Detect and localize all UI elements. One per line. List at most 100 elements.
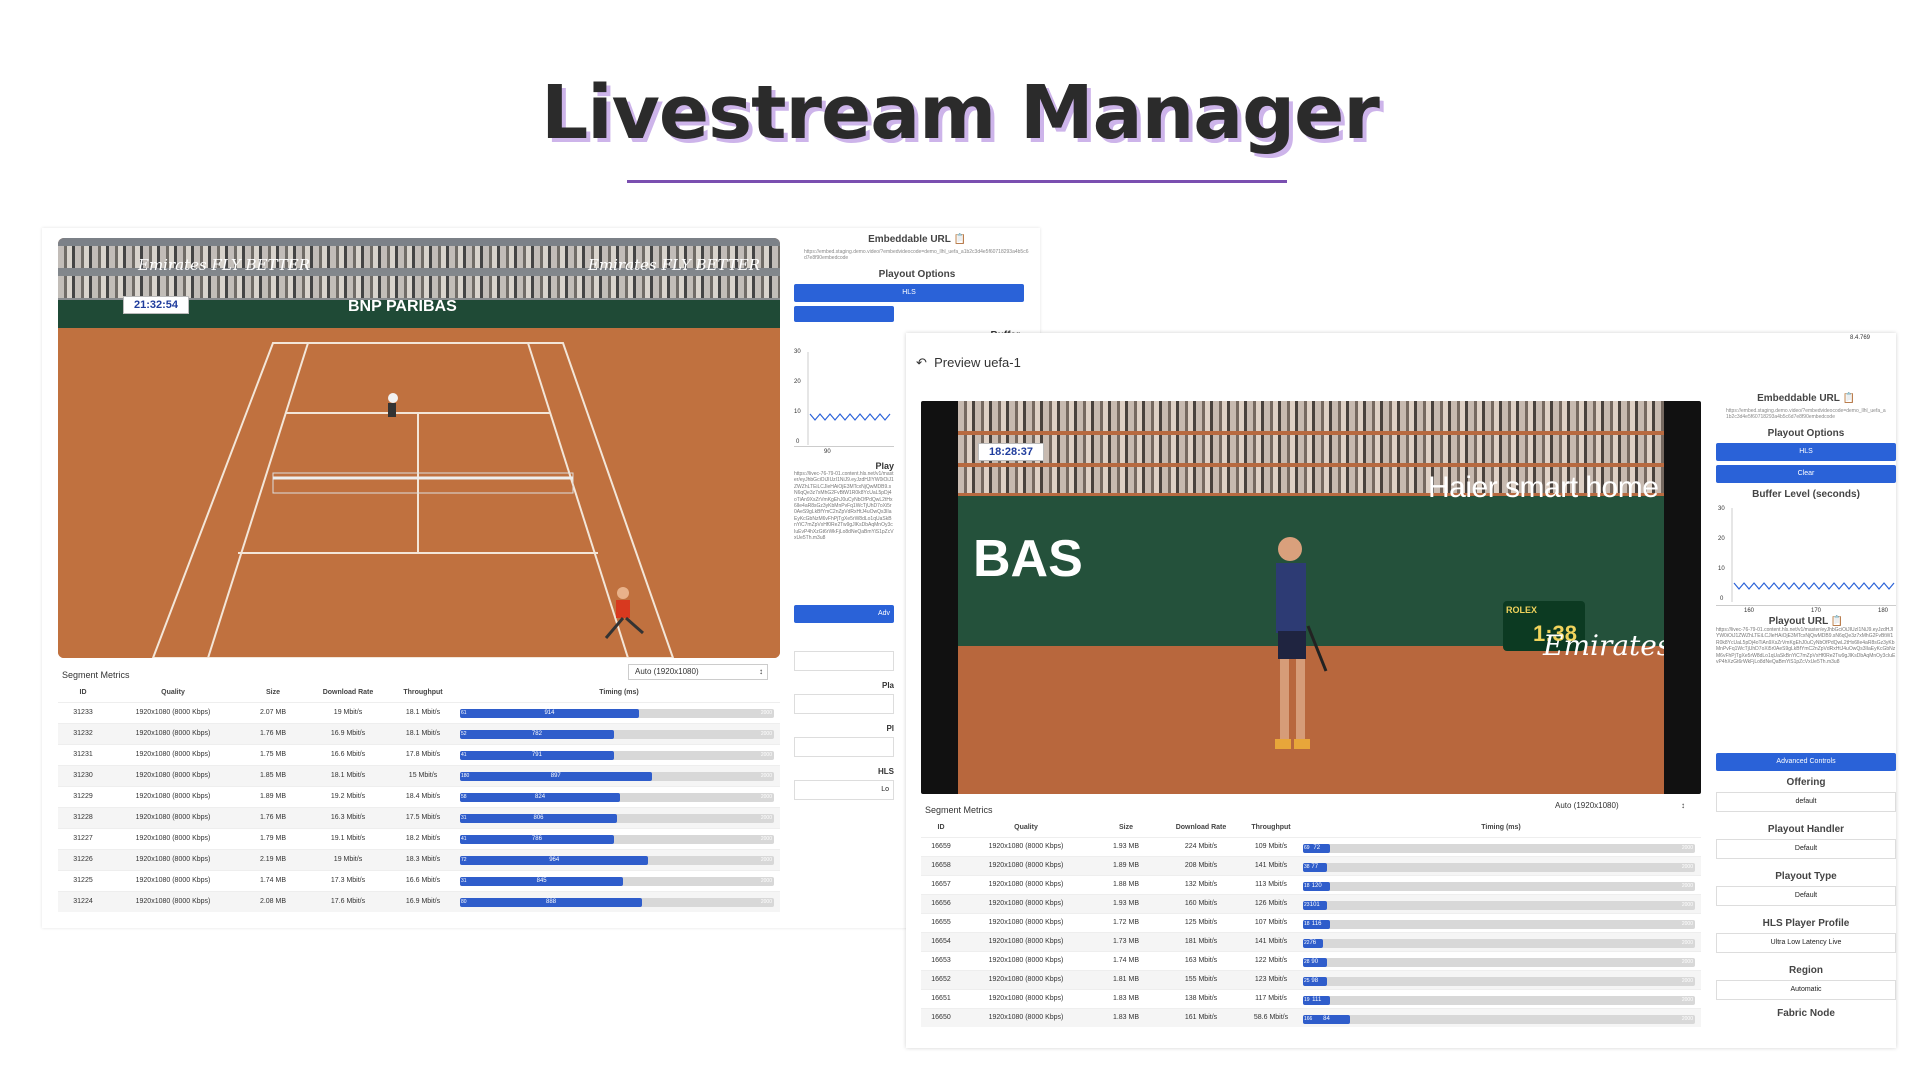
timestamp-overlay: 21:32:54 <box>123 296 190 314</box>
cell-timing: 31 806 2000 <box>458 806 780 828</box>
video-player[interactable]: Emirates FLY BETTER Emirates FLY BETTER … <box>58 238 780 658</box>
axis-tick: 10 <box>1718 566 1725 572</box>
clipboard-icon[interactable]: 📋 <box>953 234 965 245</box>
timing-bar-max: 2000 <box>1681 863 1693 870</box>
timing-bar-max: 2000 <box>760 772 772 779</box>
axis-tick: 0 <box>796 439 800 445</box>
timing-bar-track: 25 98 2000 <box>1303 976 1695 986</box>
embeddable-url[interactable]: https://embed.staging.demo.video/?embedv… <box>804 249 1030 263</box>
column-header[interactable]: Timing (ms) <box>458 684 780 702</box>
table-row: 31227 1920x1080 (8000 Kbps) 1.79 MB 19.1 Mb… <box>58 827 780 849</box>
region-field[interactable]: Automatic <box>1716 980 1896 1000</box>
quality-select[interactable]: Auto (1920x1080) ↕ <box>1549 799 1689 815</box>
buffer-chart: 30 20 10 0 160 170 180 <box>1716 506 1896 614</box>
cell-rate: 224 Mbit/s <box>1161 836 1241 856</box>
offering-field[interactable]: default <box>1716 792 1896 812</box>
hls-profile-label: HLS <box>878 767 894 776</box>
advanced-button[interactable]: Adv <box>794 605 894 623</box>
cell-rate: 17.6 Mbit/s <box>308 890 388 912</box>
timing-bar-track: 22 76 2000 <box>1303 938 1695 948</box>
column-header[interactable]: ID <box>58 684 108 702</box>
playout-options-label: Playout Options <box>878 269 956 280</box>
hls-button[interactable]: HLS <box>794 284 1024 302</box>
playout-type-field[interactable] <box>794 737 894 757</box>
table-row: 16654 1920x1080 (8000 Kbps) 1.73 MB 181 Mbi… <box>921 931 1701 951</box>
column-header[interactable]: Download Rate <box>308 684 388 702</box>
axis-tick: 180 <box>1878 608 1889 614</box>
cell-size: 2.08 MB <box>238 890 308 912</box>
playout-url[interactable]: https://livec-76-79-01.content.hls.net/v… <box>794 471 894 591</box>
cell-throughput: 141 Mbit/s <box>1241 931 1301 951</box>
cell-throughput: 126 Mbit/s <box>1241 893 1301 913</box>
playout-url-label: Playout URL 📋 <box>1768 616 1844 627</box>
timing-bar-track: 80 888 2000 <box>460 897 774 907</box>
offering-field[interactable] <box>794 651 894 671</box>
cell-quality: 1920x1080 (8000 Kbps) <box>108 806 238 828</box>
advanced-controls-button[interactable]: Advanced Controls <box>1716 753 1896 771</box>
cell-timing: 38 77 2000 <box>1301 855 1701 875</box>
column-header[interactable]: Quality <box>961 819 1091 837</box>
playout-handler-field[interactable] <box>794 694 894 714</box>
column-header[interactable]: Size <box>238 684 308 702</box>
cell-size: 1.73 MB <box>1091 931 1161 951</box>
column-header[interactable]: ID <box>921 819 961 837</box>
clipboard-icon[interactable]: 📋 <box>1831 616 1843 627</box>
timing-bar: 28 90 <box>1303 957 1327 967</box>
column-header[interactable]: Throughput <box>388 684 458 702</box>
fabric-node-label: Fabric Node <box>1777 1008 1835 1019</box>
table-row: 31224 1920x1080 (8000 Kbps) 2.08 MB 17.6 Mb… <box>58 890 780 912</box>
embeddable-url[interactable]: https://embed.staging.demo.video/?embedv… <box>1726 408 1886 422</box>
hls-profile-field[interactable]: Ultra Low Latency Live <box>1716 933 1896 953</box>
column-header[interactable]: Throughput <box>1241 819 1301 837</box>
playout-type-field[interactable]: Default <box>1716 886 1896 906</box>
cell-timing: 52 782 2000 <box>458 722 780 744</box>
cell-timing: 72 964 2000 <box>458 848 780 870</box>
cell-quality: 1920x1080 (8000 Kbps) <box>961 836 1091 856</box>
back-link[interactable]: ↶ Preview uefa-1 <box>916 355 1021 371</box>
timing-bar-max: 2000 <box>1681 844 1693 851</box>
crowd <box>58 276 780 298</box>
column-header[interactable]: Timing (ms) <box>1301 819 1701 837</box>
playout-handler-label: Pla <box>881 681 894 690</box>
cell-throughput: 141 Mbit/s <box>1241 855 1301 875</box>
playout-handler-field[interactable]: Default <box>1716 839 1896 859</box>
cell-timing: 180 897 2000 <box>458 764 780 786</box>
timing-bar: 38 77 <box>1303 862 1327 872</box>
cell-rate: 18.1 Mbit/s <box>308 764 388 786</box>
cell-throughput: 17.8 Mbit/s <box>388 743 458 765</box>
cell-timing: 41 791 2000 <box>458 743 780 765</box>
cell-size: 1.79 MB <box>238 827 308 849</box>
segment-metrics-title: Segment Metrics <box>925 805 993 815</box>
cell-rate: 17.3 Mbit/s <box>308 869 388 891</box>
cell-id: 31228 <box>58 806 108 828</box>
cell-timing: 41 786 2000 <box>458 827 780 849</box>
cell-throughput: 109 Mbit/s <box>1241 836 1301 856</box>
cell-rate: 16.9 Mbit/s <box>308 722 388 744</box>
cell-rate: 19 Mbit/s <box>308 701 388 723</box>
timing-bar-max: 2000 <box>760 856 772 863</box>
quality-select[interactable]: Auto (1920x1080) ↕ <box>628 664 768 680</box>
hls-button[interactable]: HLS <box>1716 443 1896 461</box>
hls-profile-field[interactable]: Lo <box>794 780 894 800</box>
clay-court <box>58 328 780 658</box>
cell-id: 16653 <box>921 950 961 970</box>
secondary-button[interactable] <box>794 306 894 322</box>
sponsor-sign: Emirates FLY BETTER <box>588 256 761 274</box>
cell-throughput: 58.6 Mbit/s <box>1241 1007 1301 1027</box>
column-header[interactable]: Download Rate <box>1161 819 1241 837</box>
axis-tick: 20 <box>1718 536 1725 542</box>
cell-timing: 19 111 2000 <box>1301 988 1701 1008</box>
timing-bar-track: 31 806 2000 <box>460 813 774 823</box>
playout-url[interactable]: https://livec-76-79-01.content.hls.net/v… <box>1716 627 1896 745</box>
cell-timing: 80 888 2000 <box>458 890 780 912</box>
cell-throughput: 18.4 Mbit/s <box>388 785 458 807</box>
column-header[interactable]: Quality <box>108 684 238 702</box>
column-header[interactable]: Size <box>1091 819 1161 837</box>
cell-id: 31231 <box>58 743 108 765</box>
cell-timing: 31 845 2000 <box>458 869 780 891</box>
clear-button[interactable]: Clear <box>1716 465 1896 483</box>
cell-size: 1.83 MB <box>1091 1007 1161 1027</box>
clipboard-icon[interactable]: 📋 <box>1842 393 1854 404</box>
video-player[interactable]: Haier smart home BAS 1:38 ROLEX Emirates… <box>921 401 1701 794</box>
embeddable-url-label: Embeddable URL 📋 <box>1757 393 1855 404</box>
